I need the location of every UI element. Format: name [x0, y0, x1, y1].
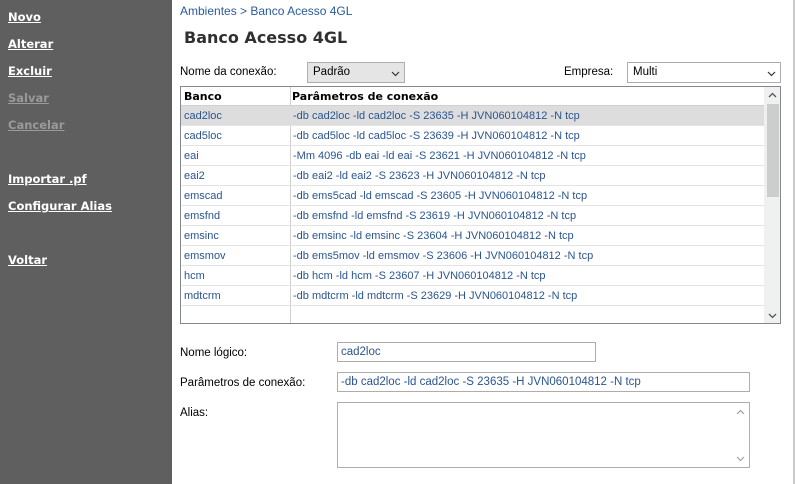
scrollbar-thumb[interactable] — [767, 104, 779, 197]
cell-params: -db ems5cad -ld emscad -S 23605 -H JVN06… — [293, 190, 588, 202]
breadcrumb[interactable]: Ambientes > Banco Acesso 4GL — [180, 4, 352, 18]
scroll-down-icon[interactable] — [768, 311, 777, 320]
cell-params: -db cad5loc -ld cad5loc -S 23639 -H JVN0… — [293, 130, 580, 142]
table-row[interactable]: cad2loc -db cad2loc -ld cad2loc -S 23635 … — [181, 106, 765, 126]
cell-params: -db hcm -ld hcm -S 23607 -H JVN060104812… — [293, 270, 546, 282]
table-row[interactable]: emscad -db ems5cad -ld emscad -S 23605 -H… — [181, 186, 765, 206]
cancel-button: Cancelar — [8, 118, 65, 132]
cell-banco: mdtcrm — [184, 290, 221, 302]
table-row[interactable]: mdtcrm -db mdtcrm -ld mdtcrm -S 23629 -H … — [181, 286, 765, 306]
column-header-banco[interactable]: Banco — [184, 90, 222, 103]
cell-banco: emsmov — [184, 250, 226, 262]
new-button[interactable]: Novo — [8, 10, 41, 24]
cell-params: -Mm 4096 -db eai -ld eai -S 23621 -H JVN… — [293, 150, 586, 162]
alias-scrollbar[interactable] — [732, 403, 749, 467]
column-header-params[interactable]: Parâmetros de conexão — [292, 90, 438, 103]
cell-banco: emscad — [184, 190, 223, 202]
grid-rows: cad2loc -db cad2loc -ld cad2loc -S 23635 … — [181, 106, 765, 306]
logical-name-label: Nome lógico: — [180, 347, 248, 359]
scroll-down-icon[interactable] — [736, 454, 745, 463]
connection-label: Nome da conexão: — [180, 66, 277, 78]
cell-banco: cad2loc — [184, 110, 222, 122]
chevron-down-icon — [391, 71, 400, 77]
grid-header: Banco Parâmetros de conexão — [181, 87, 765, 106]
alias-label: Alias: — [180, 407, 209, 419]
edit-button[interactable]: Alterar — [8, 37, 53, 51]
table-row[interactable]: hcm -db hcm -ld hcm -S 23607 -H JVN060104… — [181, 266, 765, 286]
table-row[interactable]: eai2 -db eai2 -ld eai2 -S 23623 -H JVN060… — [181, 166, 765, 186]
cell-params: -db emsfnd -ld emsfnd -S 23619 -H JVN060… — [293, 210, 577, 222]
cell-banco: cad5loc — [184, 130, 222, 142]
company-select-value: Multi — [633, 66, 658, 78]
conn-params-input[interactable]: -db cad2loc -ld cad2loc -S 23635 -H JVN0… — [337, 372, 750, 392]
table-row[interactable]: emsmov -db ems5mov -ld emsmov -S 23606 -H… — [181, 246, 765, 266]
grid-scrollbar[interactable] — [764, 87, 780, 323]
table-row[interactable]: emsfnd -db emsfnd -ld emsfnd -S 23619 -H … — [181, 206, 765, 226]
table-row[interactable]: cad5loc -db cad5loc -ld cad5loc -S 23639 … — [181, 126, 765, 146]
save-button: Salvar — [8, 91, 49, 105]
scroll-up-icon[interactable] — [736, 408, 745, 417]
connection-select[interactable]: Padrão — [307, 62, 405, 83]
delete-button[interactable]: Excluir — [8, 64, 52, 78]
cell-params: -db cad2loc -ld cad2loc -S 23635 -H JVN0… — [293, 110, 580, 122]
sidebar: Novo Alterar Excluir Salvar Cancelar Imp… — [0, 0, 172, 484]
cell-params: -db eai2 -ld eai2 -S 23623 -H JVN0601048… — [293, 170, 546, 182]
alias-textarea[interactable] — [337, 402, 750, 468]
connection-select-value: Padrão — [313, 66, 351, 78]
cell-banco: eai2 — [184, 170, 205, 182]
cell-banco: emsinc — [184, 230, 219, 242]
company-label: Empresa: — [564, 66, 614, 78]
cell-params: -db mdtcrm -ld mdtcrm -S 23629 -H JVN060… — [293, 290, 578, 302]
table-row[interactable]: eai -Mm 4096 -db eai -ld eai -S 23621 -H … — [181, 146, 765, 166]
conn-params-label: Parâmetros de conexão: — [180, 377, 306, 389]
table-row[interactable]: emsinc -db emsinc -ld emsinc -S 23604 -H … — [181, 226, 765, 246]
company-select[interactable]: Multi — [627, 62, 781, 83]
chevron-down-icon — [767, 71, 776, 77]
cell-params: -db ems5mov -ld emsmov -S 23606 -H JVN06… — [293, 250, 594, 262]
cell-banco: eai — [184, 150, 199, 162]
database-grid[interactable]: Banco Parâmetros de conexão cad2loc -db c… — [180, 86, 781, 324]
logical-name-input[interactable]: cad2loc — [337, 342, 596, 362]
cell-banco: hcm — [184, 270, 205, 282]
cell-banco: emsfnd — [184, 210, 221, 222]
import-pf-button[interactable]: Importar .pf — [8, 172, 87, 186]
back-button[interactable]: Voltar — [8, 253, 47, 267]
page-title: Banco Acesso 4GL — [184, 28, 348, 47]
cell-params: -db emsinc -ld emsinc -S 23604 -H JVN060… — [293, 230, 574, 242]
scroll-up-icon[interactable] — [768, 91, 777, 100]
configure-alias-button[interactable]: Configurar Alias — [8, 199, 112, 213]
